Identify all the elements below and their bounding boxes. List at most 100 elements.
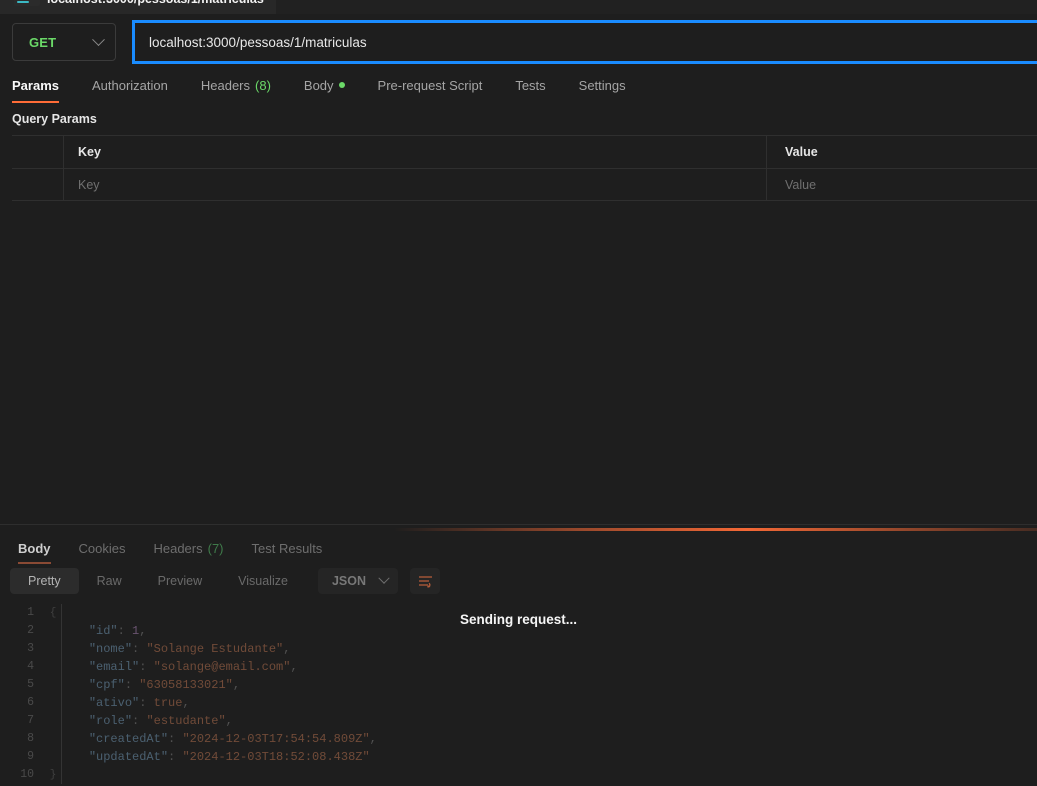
get-method-icon [14,0,40,6]
response-tab-headers-count: (7) [207,540,224,556]
table-header-row: Key Value [12,136,1037,168]
response-tabs: Body Cookies Headers (7) Test Results [0,534,1037,564]
select-all-checkbox-cell[interactable] [12,136,64,168]
code-line: 7 "role": "estudante", [0,712,1037,730]
value-column-header-label: Value [785,145,818,159]
line-number: 7 [27,714,34,727]
line-number: 3 [27,642,34,655]
code-line-text: "email": "solange@email.com", [88,660,298,674]
tab-params-label: Params [12,77,59,93]
tab-headers-count: (8) [255,77,271,93]
view-mode-preview[interactable]: Preview [140,568,220,594]
tab-authorization-label: Authorization [91,77,168,93]
response-panel: Body Cookies Headers (7) Test Results Pr… [0,534,1037,786]
response-tab-test-results[interactable]: Test Results [252,534,323,562]
url-bar-row: GET localhost:3000/pessoas/1/matriculas [0,14,1037,70]
code-line-text: "role": "estudante", [88,714,233,728]
request-tabs: Params Authorization Headers (8) Body Pr… [0,70,1037,103]
request-tab[interactable]: localhost:3000/pessoas/1/matriculas [0,0,276,14]
code-fold-marker: { [49,607,57,619]
code-line-text: "ativo": true, [88,696,190,710]
tab-pre-request-script[interactable]: Pre-request Script [378,70,500,100]
line-number: 10 [20,768,34,781]
view-mode-raw[interactable]: Raw [79,568,140,594]
query-params-title: Query Params [12,112,97,126]
response-format-select[interactable]: JSON [317,568,398,594]
code-line: 8 "createdAt": "2024-12-03T17:54:54.809Z… [0,730,1037,748]
code-line-text: "createdAt": "2024-12-03T17:54:54.809Z", [88,732,377,746]
response-tab-body[interactable]: Body [18,534,51,564]
tab-authorization[interactable]: Authorization [92,70,185,100]
value-column-header: Value [767,136,1037,168]
line-number: 8 [27,732,34,745]
code-line: 6 "ativo": true, [0,694,1037,712]
response-toolbar: Pretty Raw Preview Visualize JSON [0,562,1037,600]
code-line-text: "id": 1, [88,624,147,638]
request-progress-bar [0,528,1037,531]
response-body-viewer[interactable]: 1{2 "id": 1, 3 "nome": "Solange Estudante… [0,600,1037,786]
table-row[interactable]: Key Value [12,168,1037,200]
param-value-placeholder: Value [785,177,817,192]
response-tab-headers-label: Headers [153,540,203,556]
code-line: 10} [0,766,1037,784]
line-number: 9 [27,750,34,763]
view-mode-raw-label: Raw [96,574,122,588]
view-mode-pretty[interactable]: Pretty [10,568,79,594]
tab-params[interactable]: Params [12,70,76,103]
line-number: 5 [27,678,34,691]
http-method-label: GET [29,34,57,50]
key-column-header: Key [64,136,767,168]
code-line-text: "nome": "Solange Estudante", [88,642,291,656]
tab-headers-label: Headers [200,77,251,93]
code-fold-marker: } [49,769,57,781]
word-wrap-icon [418,575,432,587]
chevron-down-icon [92,32,105,46]
tab-headers[interactable]: Headers (8) [201,70,288,100]
code-line-text: "updatedAt": "2024-12-03T18:52:08.438Z" [88,750,370,764]
response-tab-test-results-label: Test Results [251,540,323,556]
response-tab-body-label: Body [18,540,51,556]
code-line: 2 "id": 1, [0,622,1037,640]
view-mode-visualize[interactable]: Visualize [220,568,306,594]
key-column-header-label: Key [78,145,101,159]
response-view-mode-group: Pretty Raw Preview Visualize [10,568,306,594]
response-format-label: JSON [331,574,366,588]
view-mode-pretty-label: Pretty [28,574,61,588]
response-tab-headers[interactable]: Headers (7) [153,534,223,562]
code-line: 5 "cpf": "63058133021", [0,676,1037,694]
view-mode-preview-label: Preview [157,574,203,588]
url-input-value: localhost:3000/pessoas/1/matriculas [149,34,367,50]
line-number: 6 [27,696,34,709]
query-params-table: Key Value Key Value [12,135,1037,201]
code-line-text: "cpf": "63058133021", [88,678,241,692]
url-input[interactable]: localhost:3000/pessoas/1/matriculas [132,20,1037,64]
code-line: 3 "nome": "Solange Estudante", [0,640,1037,658]
response-tab-cookies-label: Cookies [78,540,126,556]
tab-settings[interactable]: Settings [579,70,643,100]
tab-body-label: Body [303,77,334,93]
tab-settings-label: Settings [578,77,626,93]
chevron-down-icon [378,572,390,584]
request-empty-area [0,201,1037,524]
code-line: 4 "email": "solange@email.com", [0,658,1037,676]
param-value-input[interactable]: Value [767,169,1037,200]
tab-tests[interactable]: Tests [515,70,562,100]
word-wrap-button[interactable] [410,568,440,594]
postman-window: localhost:3000/pessoas/1/matriculas GET … [0,0,1037,786]
panel-splitter[interactable] [0,524,1037,534]
line-number: 4 [27,660,34,673]
response-body-code: 1{2 "id": 1, 3 "nome": "Solange Estudante… [0,600,1037,784]
code-line: 1{ [0,604,1037,622]
tab-pre-request-script-label: Pre-request Script [377,77,483,93]
body-modified-dot-icon [338,82,345,88]
line-number: 2 [27,624,34,637]
row-checkbox-cell[interactable] [12,169,64,200]
request-tab-strip: localhost:3000/pessoas/1/matriculas [0,0,1037,14]
param-key-input[interactable]: Key [64,169,767,200]
tab-tests-label: Tests [515,77,546,93]
response-tab-cookies[interactable]: Cookies [79,534,126,562]
view-mode-visualize-label: Visualize [238,574,288,588]
line-number: 1 [27,606,34,619]
http-method-select[interactable]: GET [12,23,116,61]
tab-body[interactable]: Body [304,70,362,100]
